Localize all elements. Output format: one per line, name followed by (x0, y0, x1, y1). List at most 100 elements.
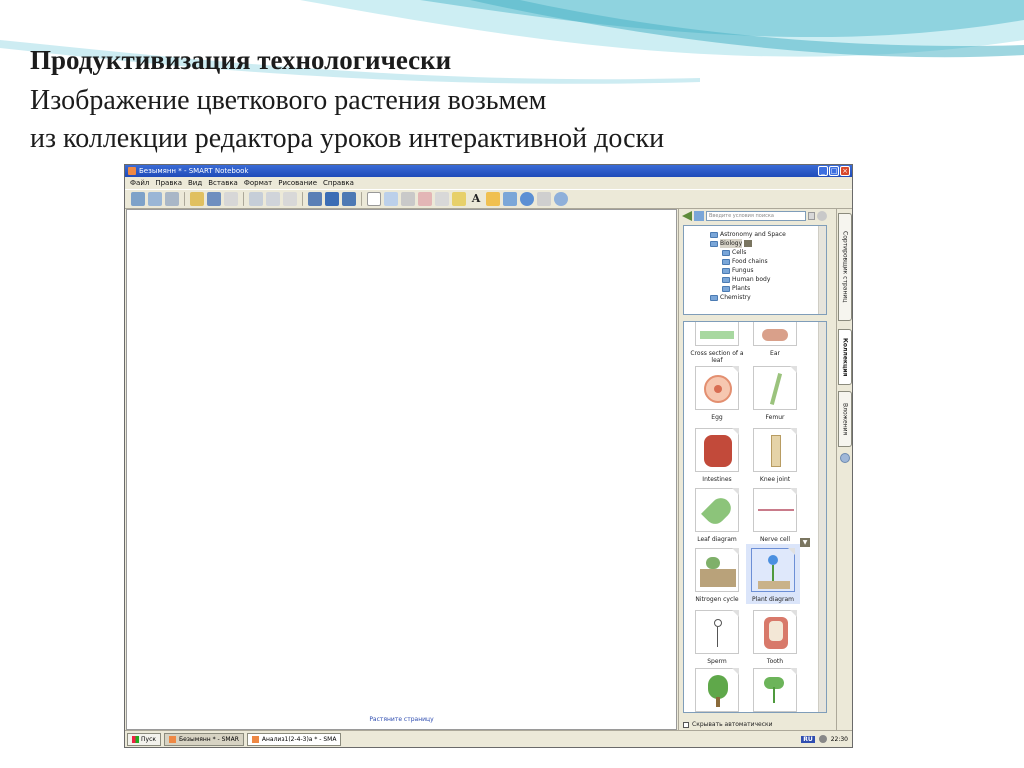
tree-item[interactable]: Human body (690, 275, 826, 284)
title-line-1: Продуктивизация технологически (30, 45, 452, 75)
table-icon[interactable] (342, 192, 356, 206)
taskbar-item[interactable]: Анализ1(2-4-3)a * - SMA (246, 732, 342, 746)
folder-icon (722, 258, 730, 265)
gallery-item[interactable]: Femur (748, 366, 802, 421)
window-titlebar[interactable]: Безымянн * - SMART Notebook _ □ × (125, 165, 852, 177)
autohide-option[interactable]: Скрывать автоматически (683, 721, 773, 728)
gallery-scrollbar[interactable] (818, 322, 826, 712)
ear-thumbnail (753, 322, 797, 346)
tray-icon[interactable] (818, 735, 827, 743)
autohide-label: Скрывать автоматически (692, 721, 773, 728)
slide-title: Продуктивизация технологически Изображен… (30, 44, 930, 158)
prev-page-icon[interactable] (131, 192, 145, 206)
help-icon[interactable] (554, 192, 568, 206)
open-icon[interactable] (190, 192, 204, 206)
menu-edit[interactable]: Правка (152, 177, 185, 189)
properties-tab-icon[interactable] (840, 453, 850, 463)
gallery-item[interactable]: Tooth (748, 610, 802, 665)
next-page-icon[interactable] (148, 192, 162, 206)
folder-icon (722, 267, 730, 274)
gallery-item[interactable]: Leaf diagram (690, 488, 744, 543)
globe-icon[interactable] (520, 192, 534, 206)
gallery-search-input[interactable]: Введите условия поиска (706, 211, 806, 221)
tab-page-sorter[interactable]: Сортировщик страниц (838, 213, 852, 321)
tree-scrollbar[interactable] (818, 226, 826, 314)
shape-icon[interactable] (452, 192, 466, 206)
home-icon[interactable] (694, 211, 704, 221)
add-page-icon[interactable] (165, 192, 179, 206)
menu-view[interactable]: Вид (185, 177, 205, 189)
clock: 22:30 (830, 735, 848, 743)
whiteboard-canvas[interactable]: Растяните страницу (126, 209, 677, 730)
gallery-item[interactable]: Sperm (690, 610, 744, 665)
plant-sprout-thumbnail (753, 668, 797, 712)
paste-icon[interactable] (224, 192, 238, 206)
toolbar-separator (243, 192, 244, 206)
redo-icon[interactable] (266, 192, 280, 206)
save-icon[interactable] (207, 192, 221, 206)
tree-item[interactable]: Biology (690, 239, 826, 248)
creative-pen-icon[interactable] (401, 192, 415, 206)
select-arrow-icon[interactable] (367, 192, 381, 206)
taskbar-item[interactable]: Безымянн * - SMAR (164, 732, 244, 746)
undo-icon[interactable] (249, 192, 263, 206)
tab-attachments[interactable]: Вложения (838, 391, 852, 447)
tree-item[interactable]: Astronomy and Space (690, 230, 826, 239)
menu-bar: Файл Правка Вид Вставка Формат Рисование… (125, 177, 852, 189)
back-arrow-icon[interactable] (682, 211, 692, 221)
smart-notebook-window: Безымянн * - SMART Notebook _ □ × Файл П… (124, 164, 853, 748)
gallery-item[interactable]: Intestines (690, 428, 744, 483)
gallery-item[interactable]: Cross section of a leaf (690, 322, 744, 364)
pen-icon[interactable] (384, 192, 398, 206)
plant-diagram-thumbnail (751, 548, 795, 592)
maximize-button[interactable]: □ (829, 166, 839, 176)
extend-page-link[interactable]: Растяните страницу (127, 716, 676, 723)
toolbar-separator (184, 192, 185, 206)
close-button[interactable]: × (840, 166, 850, 176)
gallery-item[interactable]: Knee joint (748, 428, 802, 483)
autohide-checkbox[interactable] (683, 721, 689, 728)
menu-draw[interactable]: Рисование (275, 177, 320, 189)
tree-item[interactable]: Cells (690, 248, 826, 257)
tab-gallery[interactable]: Коллекция (838, 329, 852, 385)
collection-tree: Astronomy and Space Biology Cells Food c… (683, 225, 827, 315)
menu-insert[interactable]: Вставка (205, 177, 241, 189)
minimize-button[interactable]: _ (818, 166, 828, 176)
menu-help[interactable]: Справка (320, 177, 357, 189)
search-icon[interactable] (817, 211, 827, 221)
text-icon[interactable]: A (469, 192, 483, 206)
delete-icon[interactable] (283, 192, 297, 206)
tree-item[interactable]: Plants (690, 284, 826, 293)
gallery-item[interactable]: Nitrogen cycle (690, 548, 744, 603)
folder-icon (722, 249, 730, 256)
menu-file[interactable]: Файл (127, 177, 152, 189)
tree-item[interactable]: Food chains (690, 257, 826, 266)
fullscreen-icon[interactable] (325, 192, 339, 206)
sperm-thumbnail (695, 610, 739, 654)
window-title: Безымянн * - SMART Notebook (139, 167, 249, 175)
tree-item[interactable]: Chemistry (690, 293, 826, 302)
toolbar-separator (302, 192, 303, 206)
tree-item[interactable]: Fungus (690, 266, 826, 275)
gallery-item[interactable] (690, 668, 744, 712)
language-indicator[interactable]: RU (801, 735, 815, 743)
gallery-item[interactable] (748, 668, 802, 712)
move-toolbar-icon[interactable] (537, 192, 551, 206)
gallery-item[interactable]: Ear (748, 322, 802, 357)
item-menu-chevron-icon[interactable]: ▼ (800, 538, 810, 547)
fill-icon[interactable] (486, 192, 500, 206)
gallery-item[interactable]: Nerve cell (748, 488, 802, 543)
gallery-item[interactable]: Egg (690, 366, 744, 421)
eraser-icon[interactable] (418, 192, 432, 206)
folder-icon (710, 231, 718, 238)
gallery-item-selected[interactable]: Plant diagram ▼ (746, 538, 810, 604)
line-icon[interactable] (435, 192, 449, 206)
folder-icon (710, 240, 718, 247)
chevron-down-icon[interactable] (744, 240, 753, 247)
leaf-section-thumbnail (695, 322, 739, 346)
screen-shade-icon[interactable] (308, 192, 322, 206)
properties-icon[interactable] (503, 192, 517, 206)
dropdown-icon[interactable] (808, 212, 815, 220)
start-button[interactable]: Пуск (127, 732, 161, 746)
menu-format[interactable]: Формат (241, 177, 275, 189)
